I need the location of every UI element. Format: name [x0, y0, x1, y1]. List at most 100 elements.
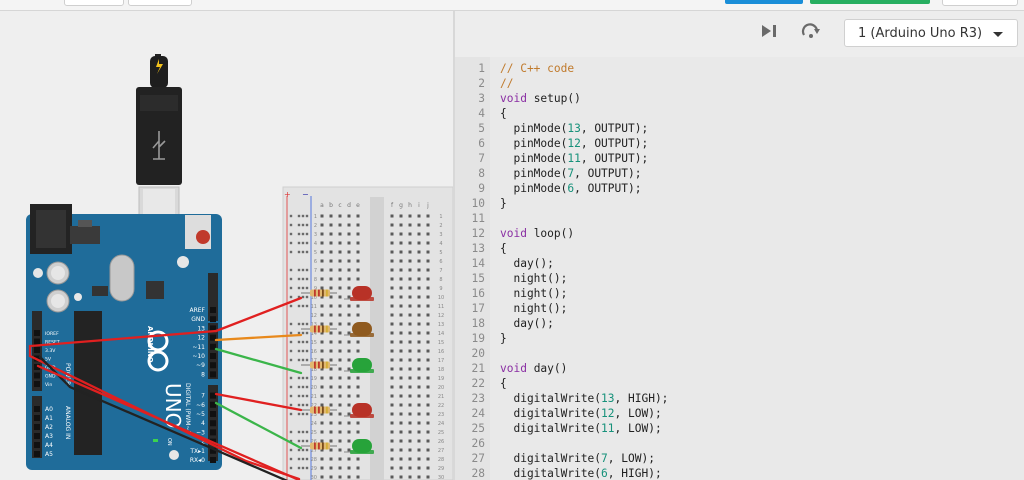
breadboard-hole[interactable] [399, 448, 403, 452]
breadboard-hole[interactable] [347, 403, 351, 407]
breadboard-hole[interactable] [329, 340, 333, 344]
rail-hole[interactable] [305, 223, 309, 227]
rail-hole[interactable] [289, 349, 293, 353]
breadboard-hole[interactable] [356, 457, 360, 461]
rail-hole[interactable] [289, 358, 293, 362]
breadboard-hole[interactable] [408, 331, 412, 335]
breadboard-hole[interactable] [329, 304, 333, 308]
breadboard-hole[interactable] [408, 313, 412, 317]
breadboard-hole[interactable] [347, 304, 351, 308]
breadboard-hole[interactable] [426, 466, 430, 470]
code-text[interactable]: // C++ code [500, 61, 574, 76]
pin-header[interactable] [34, 372, 40, 379]
breadboard-hole[interactable] [329, 358, 333, 362]
breadboard-hole[interactable] [399, 475, 403, 479]
breadboard-hole[interactable] [408, 250, 412, 254]
breadboard-hole[interactable] [329, 439, 333, 443]
pin-header[interactable] [210, 371, 216, 378]
rail-hole[interactable] [305, 232, 309, 236]
breadboard-hole[interactable] [338, 466, 342, 470]
rail-hole[interactable] [301, 340, 305, 344]
rail-hole[interactable] [297, 277, 301, 281]
breadboard-hole[interactable] [399, 457, 403, 461]
breadboard-hole[interactable] [408, 214, 412, 218]
rail-hole[interactable] [289, 340, 293, 344]
breadboard-hole[interactable] [320, 466, 324, 470]
rail-hole[interactable] [289, 322, 293, 326]
breadboard-hole[interactable] [426, 214, 430, 218]
breadboard-hole[interactable] [329, 250, 333, 254]
breadboard-hole[interactable] [417, 259, 421, 263]
breadboard-hole[interactable] [417, 232, 421, 236]
breadboard-hole[interactable] [390, 295, 394, 299]
breadboard-hole[interactable] [320, 241, 324, 245]
breadboard-hole[interactable] [417, 457, 421, 461]
rail-hole[interactable] [305, 394, 309, 398]
breadboard-hole[interactable] [399, 394, 403, 398]
rail-hole[interactable] [305, 322, 309, 326]
breadboard-hole[interactable] [347, 421, 351, 425]
simulate-button[interactable] [725, 0, 803, 4]
rail-hole[interactable] [301, 241, 305, 245]
breadboard-hole[interactable] [320, 349, 324, 353]
breadboard-hole[interactable] [329, 241, 333, 245]
breadboard-hole[interactable] [320, 286, 324, 290]
breadboard-hole[interactable] [390, 412, 394, 416]
breadboard-hole[interactable] [320, 385, 324, 389]
breadboard-hole[interactable] [417, 277, 421, 281]
breadboard-hole[interactable] [320, 214, 324, 218]
breadboard-hole[interactable] [417, 475, 421, 479]
breadboard-hole[interactable] [329, 223, 333, 227]
breadboard-hole[interactable] [399, 358, 403, 362]
breadboard-hole[interactable] [338, 223, 342, 227]
rail-hole[interactable] [301, 322, 305, 326]
breadboard-hole[interactable] [408, 277, 412, 281]
breadboard-hole[interactable] [338, 331, 342, 335]
breadboard-hole[interactable] [417, 439, 421, 443]
arduino-board[interactable]: ARDUINO UNO DIGITAL (PWM~) POWER ANALOG … [26, 204, 222, 470]
rail-hole[interactable] [301, 295, 305, 299]
code-text[interactable]: pinMode(6, OUTPUT); [500, 181, 641, 196]
breadboard-hole[interactable] [399, 403, 403, 407]
breadboard-hole[interactable] [408, 268, 412, 272]
breadboard-hole[interactable] [408, 394, 412, 398]
breadboard-hole[interactable] [399, 421, 403, 425]
breadboard-hole[interactable] [399, 259, 403, 263]
breadboard-hole[interactable] [390, 286, 394, 290]
rail-hole[interactable] [305, 331, 309, 335]
breadboard-hole[interactable] [320, 268, 324, 272]
rail-hole[interactable] [301, 385, 305, 389]
breadboard-hole[interactable] [390, 277, 394, 281]
breadboard-hole[interactable] [347, 268, 351, 272]
breadboard-hole[interactable] [338, 430, 342, 434]
breadboard-hole[interactable] [338, 403, 342, 407]
pin-header[interactable] [210, 307, 216, 313]
rail-hole[interactable] [297, 214, 301, 218]
breadboard-hole[interactable] [399, 214, 403, 218]
rail-hole[interactable] [305, 286, 309, 290]
rail-hole[interactable] [305, 412, 309, 416]
breadboard-hole[interactable] [390, 304, 394, 308]
breadboard-hole[interactable] [338, 385, 342, 389]
breadboard-hole[interactable] [320, 250, 324, 254]
rail-hole[interactable] [305, 448, 309, 452]
breadboard-hole[interactable] [338, 439, 342, 443]
rail-hole[interactable] [297, 304, 301, 308]
breadboard-hole[interactable] [347, 286, 351, 290]
pin-header[interactable] [34, 415, 40, 421]
breadboard-hole[interactable] [426, 232, 430, 236]
pin-header[interactable] [34, 424, 40, 430]
breadboard-hole[interactable] [417, 412, 421, 416]
breadboard-hole[interactable] [347, 439, 351, 443]
breadboard-hole[interactable] [399, 385, 403, 389]
breadboard-hole[interactable] [390, 457, 394, 461]
rail-hole[interactable] [289, 394, 293, 398]
code-text[interactable]: pinMode(11, OUTPUT); [500, 151, 648, 166]
breadboard-hole[interactable] [408, 376, 412, 380]
breadboard-hole[interactable] [399, 376, 403, 380]
breadboard-hole[interactable] [426, 412, 430, 416]
breadboard-hole[interactable] [408, 475, 412, 479]
breadboard-hole[interactable] [329, 394, 333, 398]
device-select[interactable]: 1 (Arduino Uno R3) [844, 19, 1018, 47]
breadboard-hole[interactable] [329, 259, 333, 263]
